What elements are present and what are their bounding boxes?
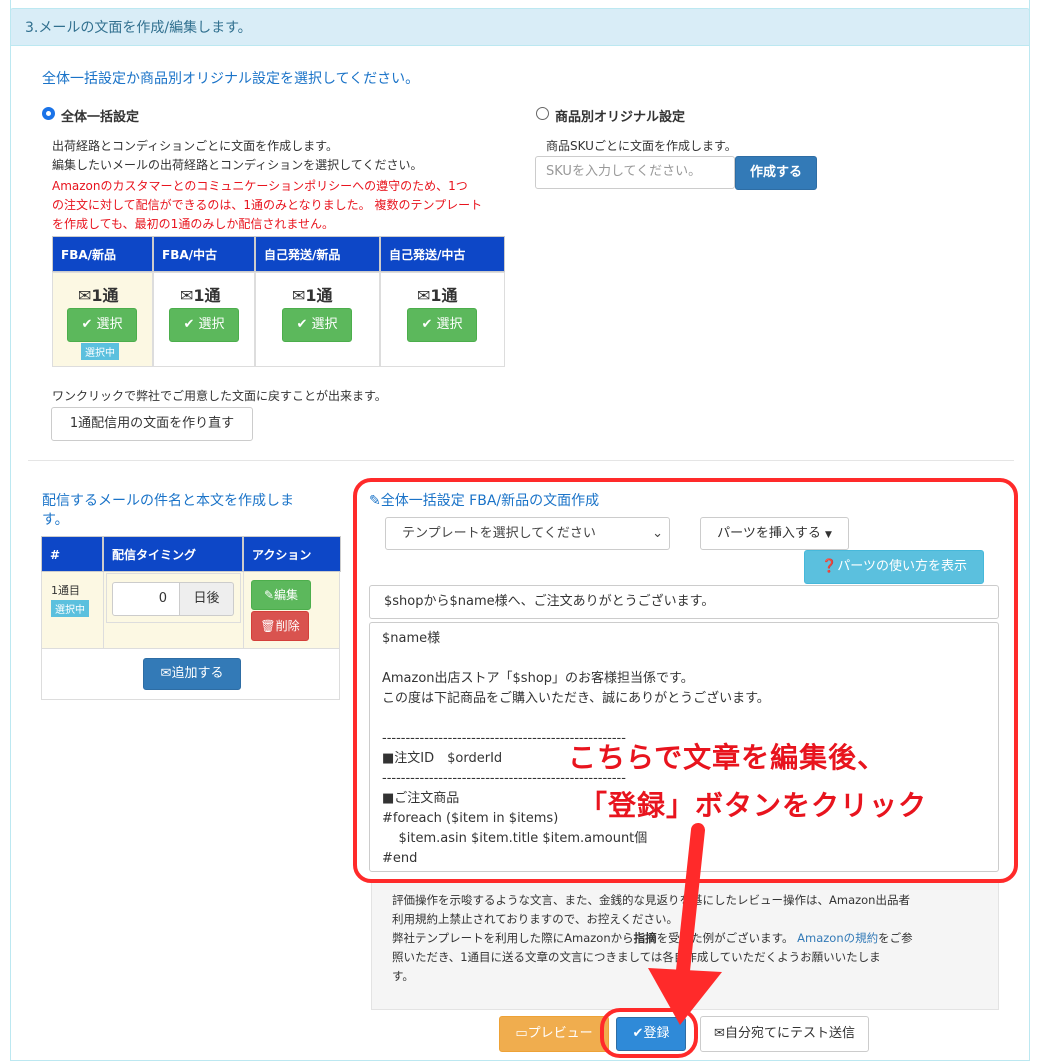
preview-button[interactable]: ▭プレビュー bbox=[499, 1016, 609, 1052]
annotation-text-1: こちらで文章を編集後、 bbox=[568, 741, 887, 774]
section-title: 3.メールの文面を作成/編集します。 bbox=[10, 8, 1030, 46]
bulk-desc-2: 編集したいメールの出荷経路とコンディションを選択してください。 bbox=[52, 158, 423, 172]
policy-warning-2: の注文に対して配信ができるのは、1通のみとなりました。 複数のテンプレート bbox=[52, 198, 483, 212]
condition-table: FBA/新品 FBA/中古 自己発送/新品 自己発送/中古 ✉1通 ✉1通 ✉1… bbox=[52, 236, 505, 367]
bulk-label[interactable]: 全体一括設定 bbox=[61, 106, 139, 125]
col-self-new: 自己発送/新品 bbox=[255, 236, 380, 272]
reset-button[interactable]: 1通配信用の文面を作り直す bbox=[51, 407, 253, 441]
pencil-icon: ✎ bbox=[263, 588, 275, 602]
bulk-desc-1: 出荷経路とコンディションごとに文面を作成します。 bbox=[52, 139, 338, 153]
monitor-icon: ▭ bbox=[515, 1026, 528, 1041]
check-icon: ✔ bbox=[81, 317, 93, 332]
amazon-terms-link[interactable]: Amazonの規約 bbox=[797, 931, 878, 945]
count-self-used: ✉1通 bbox=[417, 286, 458, 305]
selected-badge: 選択中 bbox=[81, 343, 119, 360]
per-item-desc: 商品SKUごとに文面を作成します。 bbox=[546, 139, 737, 153]
col-index: # bbox=[41, 536, 103, 572]
select-button-self-used[interactable]: ✔ 選択 bbox=[407, 308, 477, 342]
trash-icon: 🗑 bbox=[260, 619, 276, 633]
reset-desc: ワンクリックで弊社でご用意した文面に戻すことが出来ます。 bbox=[52, 389, 387, 403]
delete-button[interactable]: 🗑削除 bbox=[251, 611, 309, 641]
select-button-fba-new[interactable]: ✔ 選択 bbox=[67, 308, 137, 342]
schedule-table: # 配信タイミング アクション 1通目 選択中 0 日後 ✎編集 🗑削除 ✉追加… bbox=[41, 536, 341, 700]
count-self-new: ✉1通 bbox=[292, 286, 333, 305]
check-icon: ✔ bbox=[421, 317, 433, 332]
envelope-icon: ✉ bbox=[180, 286, 194, 305]
per-item-radio[interactable] bbox=[536, 107, 549, 120]
cell-divider bbox=[103, 572, 104, 649]
annotation-text-2: 「登録」ボタンをクリック bbox=[579, 789, 928, 822]
edit-button[interactable]: ✎編集 bbox=[251, 580, 311, 610]
per-item-label[interactable]: 商品別オリジナル設定 bbox=[555, 106, 685, 125]
count-fba-new: ✉1通 bbox=[78, 286, 119, 305]
count-fba-used: ✉1通 bbox=[180, 286, 221, 305]
annotation-arrow bbox=[648, 823, 722, 1025]
envelope-icon: ✉ bbox=[78, 286, 92, 305]
select-button-self-new[interactable]: ✔ 選択 bbox=[282, 308, 352, 342]
envelope-icon: ✉ bbox=[292, 286, 306, 305]
schedule-heading: 配信するメールの件名と本文を作成しま bbox=[42, 493, 294, 509]
cell-divider bbox=[243, 572, 244, 649]
envelope-icon: ✉ bbox=[160, 666, 172, 681]
row-selected-badge: 選択中 bbox=[51, 600, 89, 617]
row-index: 1通目 bbox=[51, 584, 80, 597]
sku-input[interactable]: SKUを入力してください。 bbox=[535, 156, 735, 189]
divider bbox=[28, 460, 1014, 461]
envelope-icon: ✉ bbox=[417, 286, 431, 305]
create-button[interactable]: 作成する bbox=[735, 156, 817, 190]
add-button[interactable]: ✉追加する bbox=[143, 658, 241, 690]
choice-heading: 全体一括設定か商品別オリジナル設定を選択してください。 bbox=[42, 71, 420, 87]
check-icon: ✔ bbox=[296, 317, 308, 332]
col-fba-new: FBA/新品 bbox=[52, 236, 153, 272]
bulk-radio[interactable] bbox=[42, 107, 55, 120]
days-input[interactable]: 0 bbox=[112, 582, 180, 616]
col-fba-used: FBA/中古 bbox=[153, 236, 255, 272]
select-button-fba-used[interactable]: ✔ 選択 bbox=[169, 308, 239, 342]
schedule-heading-2: す。 bbox=[42, 512, 69, 528]
policy-warning-1: Amazonのカスタマーとのコミュニケーションポリシーへの遵守のため、1つ bbox=[52, 179, 468, 193]
policy-warning-3: を作成しても、最初の1通のみしか配信されません。 bbox=[52, 217, 334, 231]
col-action: アクション bbox=[243, 536, 341, 572]
check-icon: ✔ bbox=[183, 317, 195, 332]
col-timing: 配信タイミング bbox=[103, 536, 243, 572]
col-self-used: 自己発送/中古 bbox=[380, 236, 505, 272]
days-suffix: 日後 bbox=[180, 582, 234, 616]
